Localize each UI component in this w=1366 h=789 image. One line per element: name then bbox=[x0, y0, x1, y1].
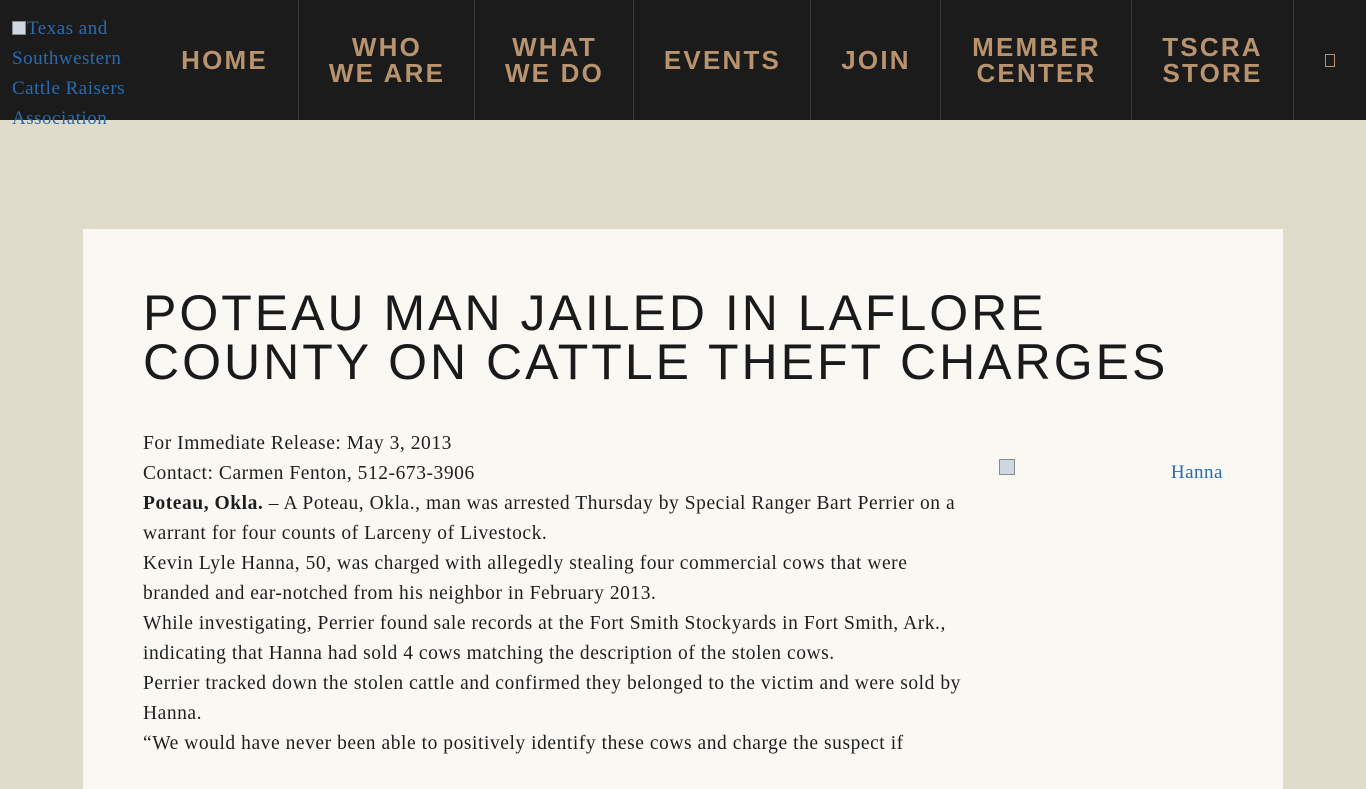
broken-image-icon bbox=[999, 459, 1015, 475]
logo-alt-text: Texas and Southwestern Cattle Raisers As… bbox=[12, 18, 126, 129]
dateline: Poteau, Okla. bbox=[143, 493, 264, 514]
search-button[interactable] bbox=[1294, 0, 1366, 120]
release-date: For Immediate Release: May 3, 2013 bbox=[143, 433, 452, 454]
nav-what-we-do[interactable]: WHAT WE DO bbox=[474, 0, 634, 120]
search-icon bbox=[1325, 53, 1335, 67]
nav-what-label-line1: WHAT bbox=[512, 32, 597, 62]
paragraph-5: “We would have never been able to positi… bbox=[143, 733, 904, 754]
nav-events-label: EVENTS bbox=[663, 45, 782, 75]
nav-what-label-line2: WE DO bbox=[504, 58, 605, 88]
broken-image-icon bbox=[12, 21, 26, 35]
paragraph-3: While investigating, Perrier found sale … bbox=[143, 613, 946, 664]
nav-tscra-store[interactable]: TSCRA STORE bbox=[1131, 0, 1294, 120]
nav-who-label-line1: WHO bbox=[351, 32, 423, 62]
nav-store-label-line2: STORE bbox=[1162, 58, 1263, 88]
nav-join-label: JOIN bbox=[841, 45, 911, 75]
nav-who-we-are[interactable]: WHO WE ARE bbox=[298, 0, 475, 120]
nav-who-label-line2: WE ARE bbox=[328, 58, 446, 88]
nav-store-label-line1: TSCRA bbox=[1162, 32, 1263, 62]
nav-home[interactable]: HOME bbox=[150, 0, 299, 120]
nav-member-label-line1: MEMBER bbox=[972, 32, 1101, 62]
article-title: POTEAU MAN JAILED IN LAFLORE COUNTY ON C… bbox=[143, 285, 1169, 390]
nav-home-label: HOME bbox=[181, 45, 268, 75]
photo-alt-text: Hanna bbox=[1170, 462, 1223, 483]
site-logo-link[interactable]: Texas and Southwestern Cattle Raisers As… bbox=[12, 14, 162, 134]
article-card: POTEAU MAN JAILED IN LAFLORE COUNTY ON C… bbox=[83, 229, 1283, 789]
nav-member-label-line2: CENTER bbox=[976, 58, 1097, 88]
nav-events[interactable]: EVENTS bbox=[633, 0, 811, 120]
nav-member-center[interactable]: MEMBER CENTER bbox=[940, 0, 1132, 120]
nav-join[interactable]: JOIN bbox=[810, 0, 941, 120]
article-body: For Immediate Release: May 3, 2013 Conta… bbox=[143, 429, 978, 759]
contact-line: Contact: Carmen Fenton, 512-673-3906 bbox=[143, 463, 475, 484]
paragraph-2: Kevin Lyle Hanna, 50, was charged with a… bbox=[143, 553, 908, 604]
lead-paragraph: Poteau, Okla. – A Poteau, Okla., man was… bbox=[143, 489, 978, 549]
top-navigation-bar: Texas and Southwestern Cattle Raisers As… bbox=[0, 0, 1366, 129]
paragraph-4: Perrier tracked down the stolen cattle a… bbox=[143, 673, 961, 724]
lead-text: – A Poteau, Okla., man was arrested Thur… bbox=[143, 493, 956, 544]
suspect-photo: Hanna bbox=[999, 459, 1223, 489]
